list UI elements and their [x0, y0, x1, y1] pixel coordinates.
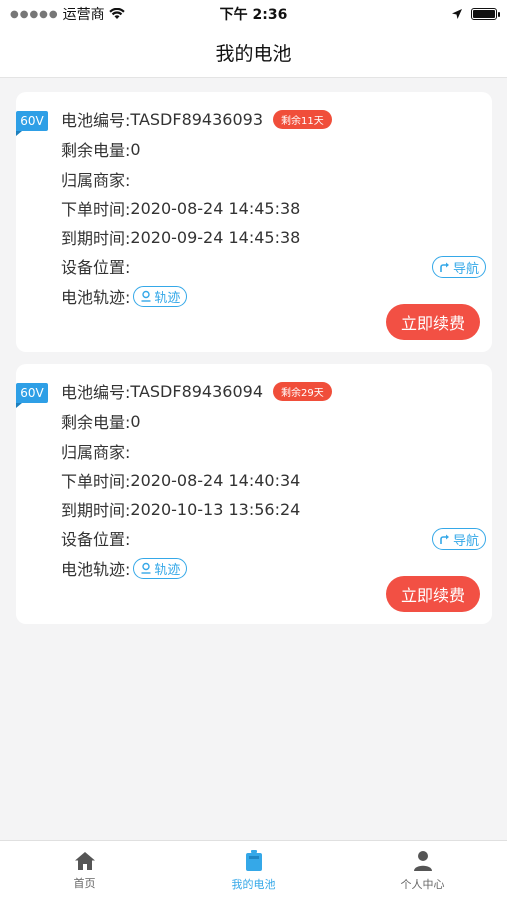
remaining-power-value: 0 [130, 139, 141, 159]
tab-my-battery[interactable]: 我的电池 [169, 841, 338, 900]
expire-time-label: 到期时间: [61, 229, 131, 248]
remaining-power-label: 剩余电量: [61, 141, 131, 160]
location-row: 设备位置: [61, 254, 130, 278]
track-label: 电池轨迹: [61, 560, 131, 579]
battery-card: 60V 电池编号: TASDF89436094 剩余29天 剩余电量: 0 归属… [16, 364, 492, 624]
tab-bar: 首页 我的电池 个人中心 [0, 840, 507, 900]
order-time-row: 下单时间: 2020-08-24 14:45:38 [61, 196, 300, 220]
track-button[interactable]: 轨迹 [133, 557, 188, 579]
location-label: 设备位置: [61, 258, 131, 277]
order-time-label: 下单时间: [61, 472, 131, 491]
track-row: 电池轨迹: 轨迹 [61, 556, 188, 580]
battery-number-value: TASDF89436094 [130, 381, 263, 401]
battery-card: 60V 电池编号: TASDF89436093 剩余11天 剩余电量: 0 归属… [16, 92, 492, 352]
remaining-power-row: 剩余电量: 0 [61, 409, 141, 433]
battery-number-value: TASDF89436093 [130, 109, 263, 129]
carrier-label: 运营商 [62, 7, 105, 23]
expire-time-value: 2020-09-24 14:45:38 [130, 227, 301, 247]
tab-home[interactable]: 首页 [0, 841, 169, 900]
turn-right-icon [440, 262, 449, 272]
battery-icon [245, 849, 262, 871]
remaining-power-value: 0 [130, 411, 141, 431]
page-title: 我的电池 [215, 43, 292, 65]
expire-time-row: 到期时间: 2020-09-24 14:45:38 [61, 225, 300, 249]
location-row: 设备位置: [61, 526, 130, 550]
expire-time-row: 到期时间: 2020-10-13 13:56:24 [61, 497, 300, 521]
order-time-value: 2020-08-24 14:40:34 [130, 470, 301, 490]
order-time-row: 下单时间: 2020-08-24 14:40:34 [61, 468, 300, 492]
track-button-label: 轨迹 [154, 290, 181, 306]
battery-number-row: 电池编号: TASDF89436093 剩余11天 [61, 107, 332, 131]
renew-button[interactable]: 立即续费 [386, 576, 480, 612]
status-right [451, 8, 500, 20]
turn-right-icon [440, 534, 449, 544]
order-time-value: 2020-08-24 14:45:38 [130, 198, 301, 218]
track-label: 电池轨迹: [61, 288, 131, 307]
tab-profile-label: 个人中心 [400, 877, 445, 891]
location-arrow-icon [452, 9, 462, 19]
renew-button[interactable]: 立即续费 [386, 304, 480, 340]
voltage-tag: 60V [16, 383, 48, 408]
tab-home-label: 首页 [73, 876, 96, 890]
remaining-days-badge: 剩余11天 [273, 109, 332, 129]
track-button[interactable]: 轨迹 [133, 285, 188, 307]
user-icon [413, 850, 432, 871]
home-icon [74, 851, 95, 870]
location-label: 设备位置: [61, 530, 131, 549]
location-pin-icon [141, 290, 151, 302]
remaining-power-row: 剩余电量: 0 [61, 137, 141, 161]
order-time-label: 下单时间: [61, 200, 131, 219]
expire-time-label: 到期时间: [61, 501, 131, 520]
navigate-button[interactable]: 导航 [431, 528, 486, 550]
voltage-tag: 60V [16, 111, 48, 136]
battery-number-row: 电池编号: TASDF89436094 剩余29天 [61, 379, 332, 403]
signal-icon: ●●●●● [10, 8, 59, 20]
wifi-icon [108, 8, 125, 19]
navigate-button[interactable]: 导航 [431, 256, 486, 278]
merchant-row: 归属商家: [61, 439, 130, 463]
merchant-label: 归属商家: [61, 171, 131, 190]
battery-status-icon [471, 8, 500, 20]
track-row: 电池轨迹: 轨迹 [61, 284, 188, 308]
merchant-row: 归属商家: [61, 167, 130, 191]
expire-time-value: 2020-10-13 13:56:24 [130, 499, 301, 519]
track-button-label: 轨迹 [154, 562, 181, 578]
remaining-power-label: 剩余电量: [61, 413, 131, 432]
tab-my-battery-label: 我的电池 [231, 877, 276, 891]
battery-number-label: 电池编号: [61, 383, 131, 402]
location-pin-icon [141, 562, 151, 574]
remaining-days-badge: 剩余29天 [273, 381, 332, 401]
navigate-button-label: 导航 [452, 261, 479, 277]
navigation-bar: 我的电池 [0, 28, 507, 78]
status-left: ●●●●● 运营商 [10, 4, 125, 24]
navigate-button-label: 导航 [452, 533, 479, 549]
status-bar: ●●●●● 运营商 下午 2:36 [0, 0, 507, 28]
merchant-label: 归属商家: [61, 443, 131, 462]
tab-profile[interactable]: 个人中心 [338, 841, 507, 900]
battery-number-label: 电池编号: [61, 111, 131, 130]
